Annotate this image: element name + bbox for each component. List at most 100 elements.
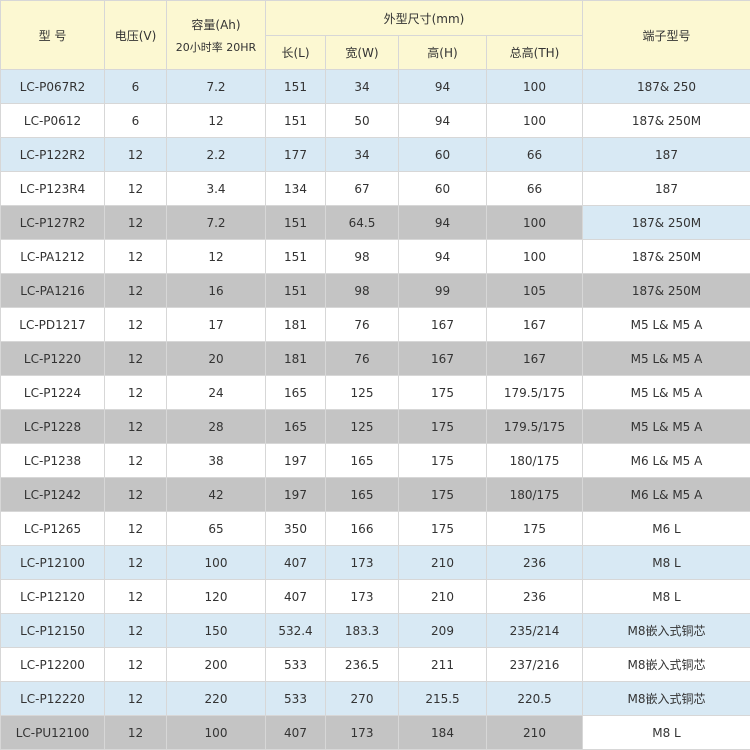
cell-model: LC-P12220	[0, 681, 105, 716]
table-row: LC-P1224 12 24 165 125 175 179.5/175 M5 L& M5 A	[0, 375, 750, 410]
cell-total-height: 66	[486, 137, 583, 172]
cell-capacity: 150	[166, 613, 266, 648]
cell-width: 173	[325, 579, 399, 614]
cell-capacity: 65	[166, 511, 266, 546]
table-row: LC-PA1216 12 16 151 98 99 105 187& 250M	[0, 273, 750, 308]
cell-length: 151	[265, 273, 326, 308]
cell-length: 177	[265, 137, 326, 172]
cell-model: LC-PA1212	[0, 239, 105, 274]
cell-terminal: M8 L	[582, 579, 750, 614]
table-row: LC-P1238 12 38 197 165 175 180/175 M6 L& M5 A	[0, 443, 750, 478]
table-row: LC-P127R2 12 7.2 151 64.5 94 100 187& 250M	[0, 205, 750, 240]
cell-voltage: 12	[104, 647, 167, 682]
cell-width: 98	[325, 239, 399, 274]
cell-total-height: 235/214	[486, 613, 583, 648]
cell-model: LC-P1224	[0, 375, 105, 410]
cell-voltage: 12	[104, 205, 167, 240]
cell-height: 215.5	[398, 681, 487, 716]
cell-terminal: 187	[582, 171, 750, 206]
cell-total-height: 167	[486, 307, 583, 342]
cell-height: 167	[398, 341, 487, 376]
cell-terminal: M5 L& M5 A	[582, 341, 750, 376]
table-row: LC-P12220 12 220 533 270 215.5 220.5 M8嵌入式铜芯	[0, 681, 750, 716]
cell-length: 350	[265, 511, 326, 546]
cell-terminal: M6 L& M5 A	[582, 443, 750, 478]
cell-terminal: M8嵌入式铜芯	[582, 613, 750, 648]
cell-model: LC-P12150	[0, 613, 105, 648]
cell-model: LC-P122R2	[0, 137, 105, 172]
cell-length: 407	[265, 715, 326, 750]
cell-total-height: 175	[486, 511, 583, 546]
cell-capacity: 7.2	[166, 69, 266, 104]
table-body: LC-P067R2 6 7.2 151 34 94 100 187& 250 LC-P0612 6…	[0, 69, 750, 750]
cell-capacity: 12	[166, 239, 266, 274]
cell-voltage: 12	[104, 443, 167, 478]
cell-width: 236.5	[325, 647, 399, 682]
cell-length: 407	[265, 545, 326, 580]
cell-total-height: 66	[486, 171, 583, 206]
cell-voltage: 12	[104, 613, 167, 648]
cell-capacity: 24	[166, 375, 266, 410]
battery-spec-table: 型 号 电压(V) 容量(Ah) 20小时率 20HR 外型尺寸(mm) 端子型…	[0, 0, 750, 750]
cell-capacity: 20	[166, 341, 266, 376]
cell-width: 173	[325, 545, 399, 580]
cell-height: 210	[398, 579, 487, 614]
table-row: LC-P122R2 12 2.2 177 34 60 66 187	[0, 137, 750, 172]
cell-length: 181	[265, 341, 326, 376]
cell-capacity: 200	[166, 647, 266, 682]
cell-model: LC-P1228	[0, 409, 105, 444]
cell-model: LC-PA1216	[0, 273, 105, 308]
cell-total-height: 105	[486, 273, 583, 308]
cell-width: 125	[325, 375, 399, 410]
cell-height: 94	[398, 239, 487, 274]
cell-length: 533	[265, 681, 326, 716]
cell-voltage: 12	[104, 171, 167, 206]
header-capacity-rate: 20小时率 20HR	[175, 40, 257, 54]
cell-width: 183.3	[325, 613, 399, 648]
cell-height: 184	[398, 715, 487, 750]
cell-width: 64.5	[325, 205, 399, 240]
cell-height: 94	[398, 205, 487, 240]
cell-voltage: 12	[104, 307, 167, 342]
cell-total-height: 210	[486, 715, 583, 750]
cell-length: 533	[265, 647, 326, 682]
cell-model: LC-P12120	[0, 579, 105, 614]
header-width: 宽(W)	[325, 35, 399, 70]
cell-terminal: M8 L	[582, 715, 750, 750]
header-capacity-unit: 容量(Ah)	[191, 17, 241, 32]
cell-model: LC-P067R2	[0, 69, 105, 104]
cell-length: 151	[265, 69, 326, 104]
cell-terminal: M5 L& M5 A	[582, 307, 750, 342]
cell-capacity: 2.2	[166, 137, 266, 172]
table-row: LC-PU12100 12 100 407 173 184 210 M8 L	[0, 715, 750, 750]
cell-total-height: 100	[486, 69, 583, 104]
cell-terminal: M8嵌入式铜芯	[582, 681, 750, 716]
cell-model: LC-P1220	[0, 341, 105, 376]
cell-width: 173	[325, 715, 399, 750]
table-row: LC-P12150 12 150 532.4 183.3 209 235/214 M8嵌入式铜…	[0, 613, 750, 648]
cell-voltage: 12	[104, 137, 167, 172]
cell-model: LC-P12100	[0, 545, 105, 580]
cell-total-height: 167	[486, 341, 583, 376]
header-voltage: 电压(V)	[104, 0, 167, 70]
cell-length: 532.4	[265, 613, 326, 648]
cell-capacity: 16	[166, 273, 266, 308]
header-total-height: 总高(TH)	[486, 35, 583, 70]
cell-model: LC-P1238	[0, 443, 105, 478]
cell-height: 175	[398, 511, 487, 546]
cell-terminal: 187& 250	[582, 69, 750, 104]
cell-width: 166	[325, 511, 399, 546]
cell-height: 99	[398, 273, 487, 308]
cell-length: 165	[265, 409, 326, 444]
cell-length: 197	[265, 443, 326, 478]
cell-height: 209	[398, 613, 487, 648]
cell-width: 98	[325, 273, 399, 308]
cell-model: LC-P123R4	[0, 171, 105, 206]
cell-voltage: 12	[104, 511, 167, 546]
cell-terminal: 187	[582, 137, 750, 172]
cell-model: LC-P1265	[0, 511, 105, 546]
cell-voltage: 12	[104, 545, 167, 580]
cell-height: 175	[398, 375, 487, 410]
cell-capacity: 38	[166, 443, 266, 478]
header-model: 型 号	[0, 0, 105, 70]
